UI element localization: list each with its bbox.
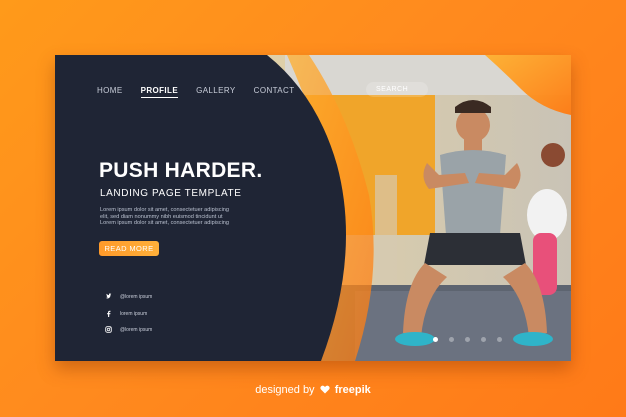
read-more-button[interactable]: READ MORE — [99, 241, 159, 256]
search-input[interactable]: SEARCH — [366, 82, 428, 97]
social-label: @lorem ipsum — [120, 293, 153, 300]
nav-gallery[interactable]: GALLERY — [196, 86, 236, 95]
slider-dots — [433, 337, 502, 342]
nav-home[interactable]: HOME — [97, 86, 123, 95]
search-placeholder: SEARCH — [376, 86, 409, 93]
slider-dot[interactable] — [449, 337, 454, 342]
body-line: Lorem ipsum dolor sit amet, consectetuer… — [100, 207, 230, 213]
slider-dot[interactable] — [433, 337, 438, 342]
social-facebook[interactable]: lorem ipsum — [105, 310, 147, 317]
landing-card: HOME PROFILE GALLERY CONTACT SEARCH PUSH… — [55, 55, 571, 361]
attribution-brand[interactable]: freepik — [335, 384, 371, 396]
nav-profile[interactable]: PROFILE — [140, 86, 179, 98]
attribution: designed by freepik — [0, 384, 626, 396]
attribution-prefix: designed by — [255, 384, 315, 396]
slider-dot[interactable] — [481, 337, 486, 342]
hero-title: PUSH HARDER. — [99, 159, 263, 182]
slider-dot[interactable] — [465, 337, 470, 342]
twitter-icon — [105, 293, 112, 299]
instagram-icon — [105, 326, 112, 333]
social-label: lorem ipsum — [120, 310, 148, 317]
nav-contact[interactable]: CONTACT — [254, 86, 295, 95]
social-label: @lorem ipsum — [120, 326, 153, 333]
social-instagram[interactable]: @lorem ipsum — [105, 326, 152, 333]
hero-body: Lorem ipsum dolor sit amet, consectetuer… — [100, 207, 250, 227]
main-nav: HOME PROFILE GALLERY CONTACT — [97, 86, 295, 98]
hero-subtitle: LANDING PAGE TEMPLATE — [100, 188, 242, 199]
body-line: Lorem ipsum dolor sit amet, consectetuer… — [100, 220, 230, 227]
social-twitter[interactable]: @lorem ipsum — [105, 293, 152, 300]
freepik-logo-icon — [319, 385, 330, 394]
facebook-icon — [107, 310, 111, 317]
slider-dot[interactable] — [497, 337, 502, 342]
body-line: elit, sed diam nonummy nibh euismod tinc… — [100, 213, 223, 220]
